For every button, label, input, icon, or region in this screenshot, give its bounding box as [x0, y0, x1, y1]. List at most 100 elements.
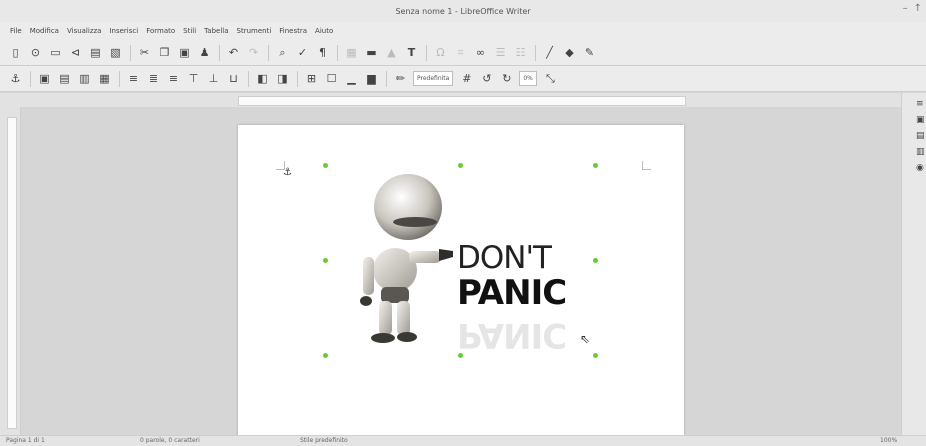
- insert-table-icon[interactable]: ▦: [344, 45, 359, 60]
- wrap-optimal-icon[interactable]: ▥: [77, 71, 92, 86]
- export-pdf-icon[interactable]: ⊲: [68, 45, 83, 60]
- wrap-off-icon[interactable]: ▣: [37, 71, 52, 86]
- insert-note-icon[interactable]: ☰: [493, 45, 508, 60]
- resize-handle[interactable]: [458, 353, 463, 358]
- fit-icon[interactable]: ⤡: [543, 71, 558, 86]
- find-replace-icon[interactable]: ⌕: [275, 45, 290, 60]
- send-back-icon[interactable]: ◨: [275, 71, 290, 86]
- align-right-icon[interactable]: ≡: [166, 71, 181, 86]
- insert-special-icon[interactable]: Ω: [433, 45, 448, 60]
- align-middle-icon[interactable]: ⊥: [206, 71, 221, 86]
- title-bar: Senza nome 1 - LibreOffice Writer – ↑: [0, 0, 926, 22]
- align-left-icon[interactable]: ≡: [126, 71, 141, 86]
- window-title: Senza nome 1 - LibreOffice Writer: [395, 6, 531, 16]
- spelling-icon[interactable]: ✓: [295, 45, 310, 60]
- insert-field-icon[interactable]: ⌗: [453, 45, 468, 60]
- print-preview-icon[interactable]: ▧: [108, 45, 123, 60]
- menu-formato[interactable]: Formato: [146, 27, 175, 35]
- track-changes-icon[interactable]: ☷: [513, 45, 528, 60]
- anchor-icon[interactable]: ⚓: [8, 71, 23, 86]
- ruler-scale: [238, 96, 686, 106]
- menu-strumenti[interactable]: Strumenti: [237, 27, 272, 35]
- zoom-level[interactable]: 100%: [880, 437, 897, 444]
- resize-handle[interactable]: [323, 163, 328, 168]
- page-style[interactable]: Stile predefinito: [300, 437, 348, 444]
- frame-properties-icon[interactable]: #: [459, 71, 474, 86]
- sidebar-menu-icon[interactable]: ≡: [916, 99, 926, 109]
- insert-text-icon[interactable]: T: [404, 45, 419, 60]
- hyperlink-icon[interactable]: ∞: [473, 45, 488, 60]
- open-icon[interactable]: ⊙: [28, 45, 43, 60]
- vertical-ruler: [0, 107, 21, 435]
- maximize-button[interactable]: ↑: [914, 3, 922, 14]
- properties-icon[interactable]: ▣: [916, 115, 926, 125]
- zoom-combo[interactable]: 0%: [519, 71, 537, 86]
- page-icon[interactable]: ▤: [916, 131, 926, 141]
- panic-reflection: PANIC: [457, 315, 567, 355]
- rotate-right-icon[interactable]: ↻: [499, 71, 514, 86]
- rotate-left-icon[interactable]: ↺: [479, 71, 494, 86]
- undo-icon[interactable]: ↶: [226, 45, 241, 60]
- bring-front-icon[interactable]: ◧: [255, 71, 270, 86]
- menu-modifica[interactable]: Modifica: [30, 27, 59, 35]
- print-icon[interactable]: ▤: [88, 45, 103, 60]
- new-document-icon[interactable]: ▯: [8, 45, 23, 60]
- shapes-icon[interactable]: ◆: [562, 45, 577, 60]
- align-bottom-icon[interactable]: ⊔: [226, 71, 241, 86]
- frame-toolbar: ⚓ ▣ ▤ ▥ ▦ ≡ ≣ ≡ ⊤ ⊥ ⊔ ◧ ◨ ⊞ ☐ ▁ ▆ ✏ Pred…: [0, 66, 926, 92]
- borders-icon[interactable]: ⊞: [304, 71, 319, 86]
- redo-icon[interactable]: ↷: [246, 45, 261, 60]
- minimize-button[interactable]: –: [903, 3, 908, 14]
- align-center-icon[interactable]: ≣: [146, 71, 161, 86]
- border-color-icon[interactable]: ▁: [344, 71, 359, 86]
- background-color-icon[interactable]: ▆: [364, 71, 379, 86]
- menu-aiuto[interactable]: Aiuto: [315, 27, 333, 35]
- wrap-page-icon[interactable]: ▤: [57, 71, 72, 86]
- insert-chart-icon[interactable]: ▲: [384, 45, 399, 60]
- dont-text: DON'T: [457, 240, 552, 276]
- pencil-icon[interactable]: ✏: [393, 71, 408, 86]
- formatting-marks-icon[interactable]: ¶: [315, 45, 330, 60]
- copy-icon[interactable]: ❐: [157, 45, 172, 60]
- save-icon[interactable]: ▭: [48, 45, 63, 60]
- menu-finestra[interactable]: Finestra: [279, 27, 307, 35]
- separator: [268, 44, 269, 61]
- menu-file[interactable]: File: [10, 27, 22, 35]
- panic-text: PANIC: [457, 273, 567, 313]
- resize-handle[interactable]: [593, 258, 598, 263]
- resize-handle[interactable]: [323, 258, 328, 263]
- menu-stili[interactable]: Stili: [183, 27, 196, 35]
- separator: [386, 70, 387, 87]
- style-combo[interactable]: Predefinita: [413, 71, 454, 86]
- page-count: Pagina 1 di 1: [6, 437, 45, 444]
- menu-bar: File Modifica Visualizza Inserisci Forma…: [0, 22, 926, 40]
- separator: [535, 44, 536, 61]
- document-page[interactable]: ⚓ DON'T PANIC PANIC: [238, 125, 684, 445]
- separator: [30, 70, 31, 87]
- align-top-icon[interactable]: ⊤: [186, 71, 201, 86]
- menu-tabella[interactable]: Tabella: [204, 27, 228, 35]
- standard-toolbar: ▯ ⊙ ▭ ⊲ ▤ ▧ ✂ ❐ ▣ ♟ ↶ ↷ ⌕ ✓ ¶ ▦ ▬ ▲ T Ω …: [0, 40, 926, 66]
- resize-handle[interactable]: [593, 353, 598, 358]
- separator: [248, 70, 249, 87]
- resize-handle[interactable]: [458, 163, 463, 168]
- draw-icon[interactable]: ✎: [582, 45, 597, 60]
- resize-handle[interactable]: [323, 353, 328, 358]
- mouse-cursor-icon: ⇖: [580, 332, 591, 346]
- right-sidebar: ≡ ▣ ▤ ▥ ◉: [901, 93, 926, 435]
- wrap-through-icon[interactable]: ▦: [97, 71, 112, 86]
- anchor-icon[interactable]: ⚓: [283, 167, 292, 178]
- styles-icon[interactable]: ▥: [916, 147, 926, 157]
- line-style-icon[interactable]: ☐: [324, 71, 339, 86]
- selected-image[interactable]: DON'T PANIC PANIC: [325, 165, 596, 355]
- navigator-icon[interactable]: ◉: [916, 163, 926, 173]
- resize-handle[interactable]: [593, 163, 598, 168]
- menu-inserisci[interactable]: Inserisci: [109, 27, 138, 35]
- clone-formatting-icon[interactable]: ♟: [197, 45, 212, 60]
- insert-image-icon[interactable]: ▬: [364, 45, 379, 60]
- cut-icon[interactable]: ✂: [137, 45, 152, 60]
- line-icon[interactable]: ╱: [542, 45, 557, 60]
- menu-visualizza[interactable]: Visualizza: [67, 27, 101, 35]
- paste-icon[interactable]: ▣: [177, 45, 192, 60]
- horizontal-ruler: [0, 93, 926, 108]
